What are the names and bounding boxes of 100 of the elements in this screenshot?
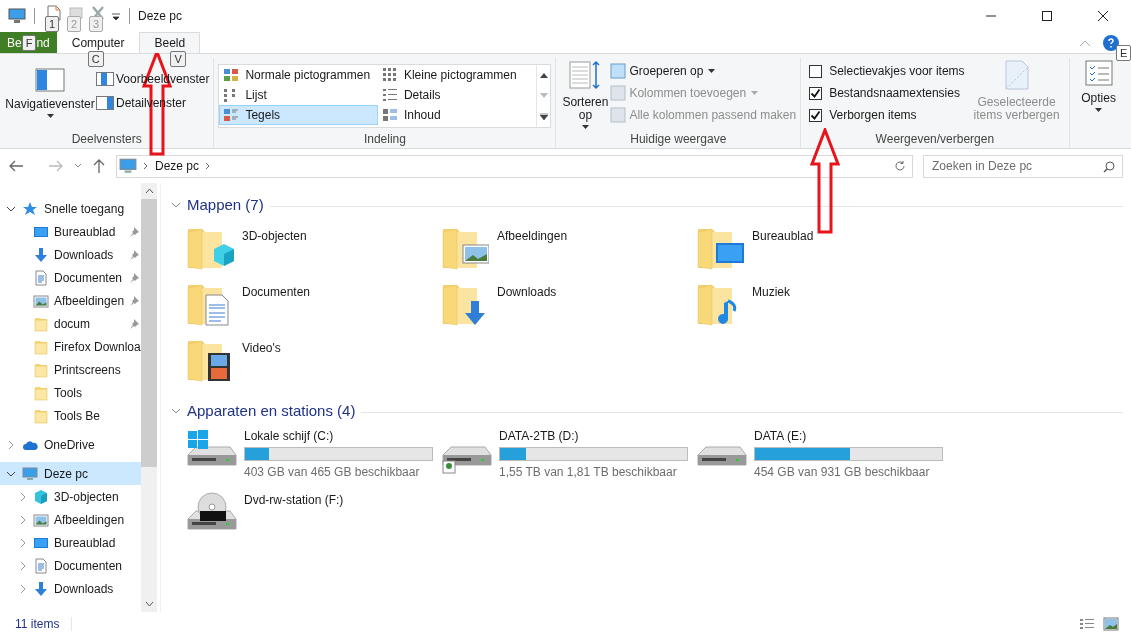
nav-item[interactable]: Tools xyxy=(0,381,141,404)
group-label: Huidige weergave xyxy=(629,131,728,148)
collapsed-chevron-icon xyxy=(19,491,27,502)
folder-tile[interactable]: Downloads xyxy=(441,279,696,335)
address-bar[interactable]: Deze pc xyxy=(116,154,913,178)
details-icon xyxy=(381,87,398,103)
nav-item[interactable]: Downloads xyxy=(0,577,141,600)
scrollbar[interactable] xyxy=(141,183,157,612)
dvd-drive-icon xyxy=(186,491,238,531)
details-view-button[interactable] xyxy=(1079,617,1095,631)
expanded-chevron-icon xyxy=(6,204,16,213)
nav-item[interactable]: Documenten xyxy=(0,266,141,289)
search-field[interactable]: Zoeken in Deze pc xyxy=(923,154,1123,178)
checkbox-option[interactable]: Verborgen items xyxy=(809,107,965,123)
hard-drive-icon xyxy=(186,429,238,467)
scrollbar-thumb[interactable] xyxy=(141,199,157,467)
layout-option[interactable]: Inhoud xyxy=(377,105,537,125)
back-icon xyxy=(8,159,24,173)
folder-icon xyxy=(33,315,49,332)
pin-icon xyxy=(129,272,139,283)
drive-tile[interactable]: Lokale schijf (C:) 403 GB van 465 GB beschikbaar xyxy=(186,427,441,491)
checkbox-option[interactable]: Bestandsnaamextensies xyxy=(809,85,965,101)
nav-item[interactable]: Bureaublad xyxy=(0,220,141,243)
group-label: Deelvensters xyxy=(70,131,143,148)
up-arrow-icon xyxy=(92,158,106,174)
ribbon-tab[interactable]: Beeld xyxy=(139,32,201,53)
folder-icon xyxy=(33,384,49,401)
nav-item[interactable]: Deze pc xyxy=(0,462,141,485)
nav-item[interactable]: Documenten xyxy=(0,554,141,577)
drive-tile[interactable]: DATA (E:) 454 GB van 931 GB beschikbaar xyxy=(696,427,951,491)
file-tab[interactable]: Be F nd xyxy=(0,32,57,53)
checkbox[interactable] xyxy=(809,64,823,78)
details-view-icon xyxy=(1079,617,1095,631)
folder-tile[interactable]: 3D-objecten xyxy=(186,223,441,279)
folder-tile[interactable]: Bureaublad xyxy=(696,223,951,279)
collapse-ribbon-icon xyxy=(1079,39,1091,47)
nav-item[interactable]: Bureaublad xyxy=(0,531,141,554)
dropdown-caret-icon xyxy=(46,114,54,118)
columns-icon xyxy=(610,84,627,101)
drive-tile[interactable]: DATA-2TB (D:) 1,55 TB van 1,81 TB beschikbaar xyxy=(441,427,696,491)
access-key-badge: E xyxy=(1116,45,1131,61)
star-icon xyxy=(22,200,38,217)
group-by-button[interactable]: Groeperen op xyxy=(610,61,797,80)
fit-columns-icon xyxy=(610,106,627,123)
options-button[interactable]: Opties xyxy=(1073,58,1124,130)
nav-item[interactable]: Afbeeldingen xyxy=(0,289,141,312)
nav-item[interactable]: Snelle toegang xyxy=(0,197,141,220)
item-count: 11 items xyxy=(15,616,60,633)
folder-tile[interactable]: Muziek xyxy=(696,279,951,335)
hard-drive-icon xyxy=(441,445,493,475)
group-header[interactable]: Apparaten en stations (4) xyxy=(171,399,356,423)
monitor-icon xyxy=(119,157,137,175)
document-icon xyxy=(33,269,49,286)
new-folder-icon xyxy=(69,5,83,21)
collapsed-chevron-icon xyxy=(19,537,27,548)
nav-item[interactable]: Printscreens xyxy=(0,358,141,381)
recent-caret-icon xyxy=(74,163,82,169)
layout-option[interactable]: Normale pictogrammen xyxy=(219,65,378,85)
down-arrow-icon xyxy=(33,246,49,263)
nav-item[interactable]: 3D-objecten xyxy=(0,485,141,508)
cube-icon xyxy=(33,488,49,505)
breadcrumb[interactable]: Deze pc xyxy=(155,157,200,175)
nav-item[interactable]: OneDrive xyxy=(0,433,141,456)
nav-item[interactable]: Firefox Downloa xyxy=(0,335,141,358)
help-icon xyxy=(1103,34,1119,51)
access-key-badge: 1 xyxy=(45,16,60,32)
group-label: Indeling xyxy=(362,131,407,148)
maximize-icon xyxy=(1041,10,1053,22)
ribbon-tab[interactable]: Computer xyxy=(56,32,140,53)
checkbox[interactable] xyxy=(809,86,823,100)
scroll-up-icon xyxy=(144,188,154,194)
forward-icon xyxy=(48,159,64,173)
drive-tile[interactable]: Dvd-rw-station (F:) xyxy=(186,491,441,555)
large-icons-view-button[interactable] xyxy=(1103,617,1119,631)
access-key-badge: F xyxy=(21,34,37,51)
folder-icon xyxy=(33,338,49,355)
folder-tile[interactable]: Video's xyxy=(186,335,441,391)
folder-icon xyxy=(33,361,49,378)
folder-tile[interactable]: Afbeeldingen xyxy=(441,223,696,279)
layout-option[interactable]: Tegels xyxy=(219,105,378,125)
close-icon xyxy=(1097,10,1109,22)
breadcrumb-chevron-icon xyxy=(205,162,212,170)
checkbox[interactable] xyxy=(809,108,823,122)
folder-tile[interactable]: Documenten xyxy=(186,279,441,335)
nav-item[interactable]: Tools Be xyxy=(0,404,141,427)
layout-option[interactable]: Details xyxy=(377,85,537,105)
nav-item[interactable]: docum xyxy=(0,312,141,335)
layout-option[interactable]: Lijst xyxy=(219,85,378,105)
delete-icon xyxy=(91,5,105,21)
monitor-icon xyxy=(8,8,26,24)
group-header[interactable]: Mappen (7) xyxy=(171,193,264,217)
layout-option[interactable]: Kleine pictogrammen xyxy=(377,65,537,85)
pin-icon xyxy=(129,249,139,260)
checkbox-option[interactable]: Selectievakjes voor items xyxy=(809,63,965,79)
hard-drive-icon xyxy=(696,445,748,467)
expanded-chevron-icon xyxy=(171,201,181,209)
collapsed-chevron-icon xyxy=(7,439,15,450)
nav-item[interactable]: Downloads xyxy=(0,243,141,266)
nav-item[interactable]: Afbeeldingen xyxy=(0,508,141,531)
sort-button[interactable]: Sorteren op xyxy=(560,58,611,130)
